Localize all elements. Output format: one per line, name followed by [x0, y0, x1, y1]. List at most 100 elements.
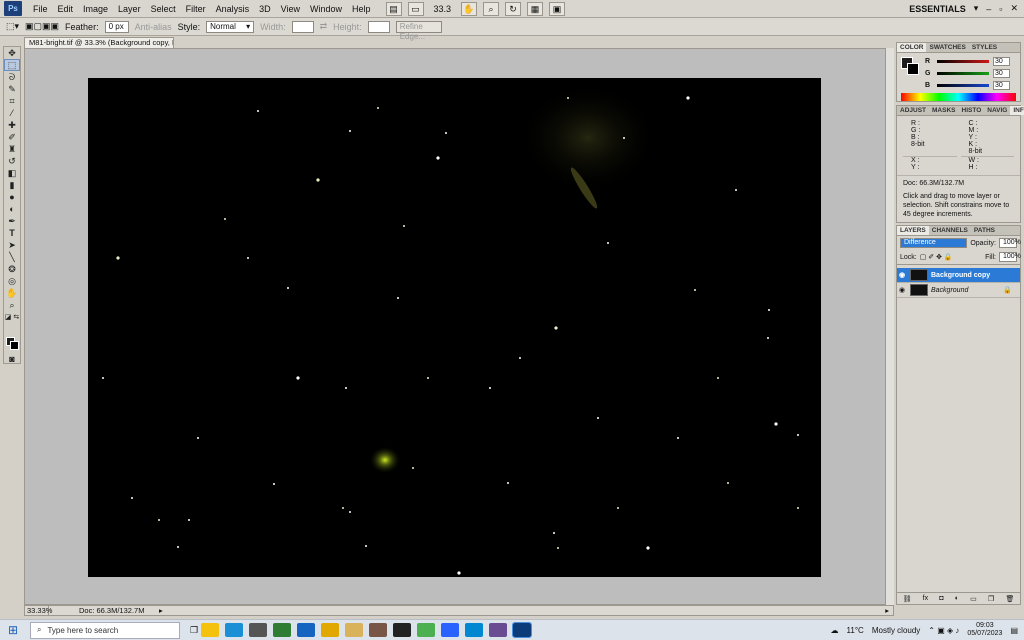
lock-icons[interactable]: ▢ ✐ ✥ 🔒: [920, 253, 953, 261]
crop-tool-icon[interactable]: ⌗: [4, 95, 20, 107]
notifications-icon[interactable]: ▤: [1010, 626, 1018, 635]
feather-input[interactable]: 0 px: [104, 20, 129, 33]
menu-filter[interactable]: Filter: [181, 4, 211, 14]
menu-window[interactable]: Window: [305, 4, 347, 14]
app-icon[interactable]: [417, 623, 436, 637]
rotate-view-icon[interactable]: ↻: [505, 1, 522, 16]
quick-mask-icon[interactable]: ◙: [4, 353, 20, 365]
status-zoom[interactable]: 33.33%: [25, 606, 52, 615]
zoom-level[interactable]: 33.3: [430, 4, 456, 14]
background-color-swatch[interactable]: [10, 341, 19, 350]
new-group-icon[interactable]: ▭: [970, 595, 977, 603]
vertical-scrollbar[interactable]: [885, 48, 894, 605]
tab-layers[interactable]: LAYERS: [897, 226, 929, 235]
tab-navigator[interactable]: NAVIG: [984, 106, 1010, 115]
blue-value[interactable]: 30: [993, 80, 1010, 90]
gradient-tool-icon[interactable]: ▮: [4, 179, 20, 191]
menu-3d[interactable]: 3D: [254, 4, 276, 14]
layer-background[interactable]: ◉ Background 🔒: [897, 283, 1020, 298]
eye-icon[interactable]: ◉: [897, 286, 907, 294]
tray-icons[interactable]: ⌃ ▣ ◈ ♪: [928, 626, 959, 635]
blue-slider[interactable]: [937, 83, 989, 87]
minimize-icon[interactable]: –: [986, 4, 991, 14]
windows-start-icon[interactable]: ⊞: [8, 623, 18, 637]
taskbar-search[interactable]: ⌕ Type here to search: [30, 621, 180, 639]
weather-temp[interactable]: 11°C: [847, 626, 864, 635]
menu-view[interactable]: View: [276, 4, 305, 14]
brush-tool-icon[interactable]: ✐: [4, 131, 20, 143]
word-app-icon[interactable]: [441, 623, 460, 637]
task-view-icon[interactable]: ❐: [190, 625, 198, 636]
app-icon[interactable]: [369, 623, 388, 637]
zoom-tool-icon[interactable]: ⌕: [4, 299, 20, 311]
app-icon[interactable]: [273, 623, 292, 637]
blend-mode-select[interactable]: Difference: [900, 238, 968, 248]
scroll-right-icon[interactable]: ▸: [885, 606, 893, 615]
link-layers-icon[interactable]: ⛓: [903, 595, 912, 603]
new-layer-icon[interactable]: ❐: [988, 595, 994, 603]
screen-mode-icon[interactable]: ▣: [549, 1, 566, 16]
tab-masks[interactable]: MASKS: [929, 106, 958, 115]
tab-histogram[interactable]: HISTO: [959, 106, 985, 115]
eye-icon[interactable]: ◉: [897, 271, 907, 279]
layer-background-copy[interactable]: ◉ Background copy: [897, 268, 1020, 283]
default-colors-icon[interactable]: ◪ ⇆: [4, 311, 20, 323]
width-input[interactable]: [291, 20, 314, 33]
close-icon[interactable]: ✕: [1010, 3, 1018, 14]
tab-swatches[interactable]: SWATCHES: [926, 43, 968, 52]
lasso-tool-icon[interactable]: ᘐ: [4, 71, 20, 83]
zoom-tool-icon[interactable]: ⌕: [483, 1, 500, 16]
clone-stamp-tool-icon[interactable]: ♜: [4, 143, 20, 155]
color-spectrum[interactable]: [901, 93, 1016, 101]
dodge-tool-icon[interactable]: ◐: [4, 203, 20, 215]
clock[interactable]: 09:03 05/07/2023: [967, 622, 1002, 638]
workspace-switcher[interactable]: ESSENTIALS: [909, 4, 966, 14]
tab-info[interactable]: INFO: [1010, 106, 1024, 115]
tab-color[interactable]: COLOR: [897, 43, 927, 52]
red-value[interactable]: 30: [993, 56, 1010, 66]
path-selection-tool-icon[interactable]: ➤: [4, 239, 20, 251]
app-icon[interactable]: [489, 623, 508, 637]
3d-orbit-tool-icon[interactable]: ◎: [4, 275, 20, 287]
delete-layer-icon[interactable]: 🗑: [1005, 595, 1014, 603]
healing-brush-tool-icon[interactable]: ✚: [4, 119, 20, 131]
height-input[interactable]: [367, 20, 390, 33]
tab-channels[interactable]: CHANNELS: [929, 226, 971, 235]
color-bg-swatch[interactable]: [907, 63, 919, 75]
style-select[interactable]: Normal ▾: [206, 20, 255, 33]
status-menu-icon[interactable]: ▸: [159, 606, 163, 615]
menu-select[interactable]: Select: [146, 4, 181, 14]
menu-help[interactable]: Help: [347, 4, 376, 14]
launch-bridge-icon[interactable]: ▤: [385, 1, 402, 16]
status-doc-info[interactable]: Doc: 66.3M/132.7M: [49, 606, 159, 615]
rectangular-marquee-tool-icon[interactable]: ⬚: [4, 59, 20, 71]
chrome-app-icon[interactable]: [201, 623, 220, 637]
view-extras-icon[interactable]: ▭: [407, 1, 424, 16]
antialias-checkbox[interactable]: Anti-alias: [135, 22, 172, 32]
move-tool-icon[interactable]: ✥: [4, 47, 20, 59]
layer-style-icon[interactable]: fx: [923, 595, 928, 602]
app-icon[interactable]: [465, 623, 484, 637]
document-tab[interactable]: M81-bright.tif @ 33.3% (Background copy,…: [24, 37, 174, 48]
menu-layer[interactable]: Layer: [113, 4, 146, 14]
green-slider[interactable]: [937, 71, 989, 75]
mail-app-icon[interactable]: [297, 623, 316, 637]
workspace-chevron-icon[interactable]: ▾: [974, 3, 979, 14]
file-explorer-icon[interactable]: [345, 623, 364, 637]
weather-desc[interactable]: Mostly cloudy: [872, 626, 920, 635]
red-slider[interactable]: [937, 59, 989, 63]
tab-paths[interactable]: PATHS: [971, 226, 998, 235]
shape-tool-icon[interactable]: ╲: [4, 251, 20, 263]
fill-input[interactable]: 100%: [999, 252, 1021, 262]
menu-analysis[interactable]: Analysis: [211, 4, 255, 14]
weather-icon[interactable]: ☁: [831, 626, 839, 635]
app-icon[interactable]: [393, 623, 412, 637]
quick-selection-tool-icon[interactable]: ✎: [4, 83, 20, 95]
eraser-tool-icon[interactable]: ◧: [4, 167, 20, 179]
marquee-preset-icon[interactable]: ⬚▾: [6, 21, 19, 32]
app-icon[interactable]: [249, 623, 268, 637]
arrange-documents-icon[interactable]: ▦: [527, 1, 544, 16]
menu-edit[interactable]: Edit: [53, 4, 79, 14]
eyedropper-tool-icon[interactable]: ⁄: [4, 107, 20, 119]
blur-tool-icon[interactable]: ●: [4, 191, 20, 203]
